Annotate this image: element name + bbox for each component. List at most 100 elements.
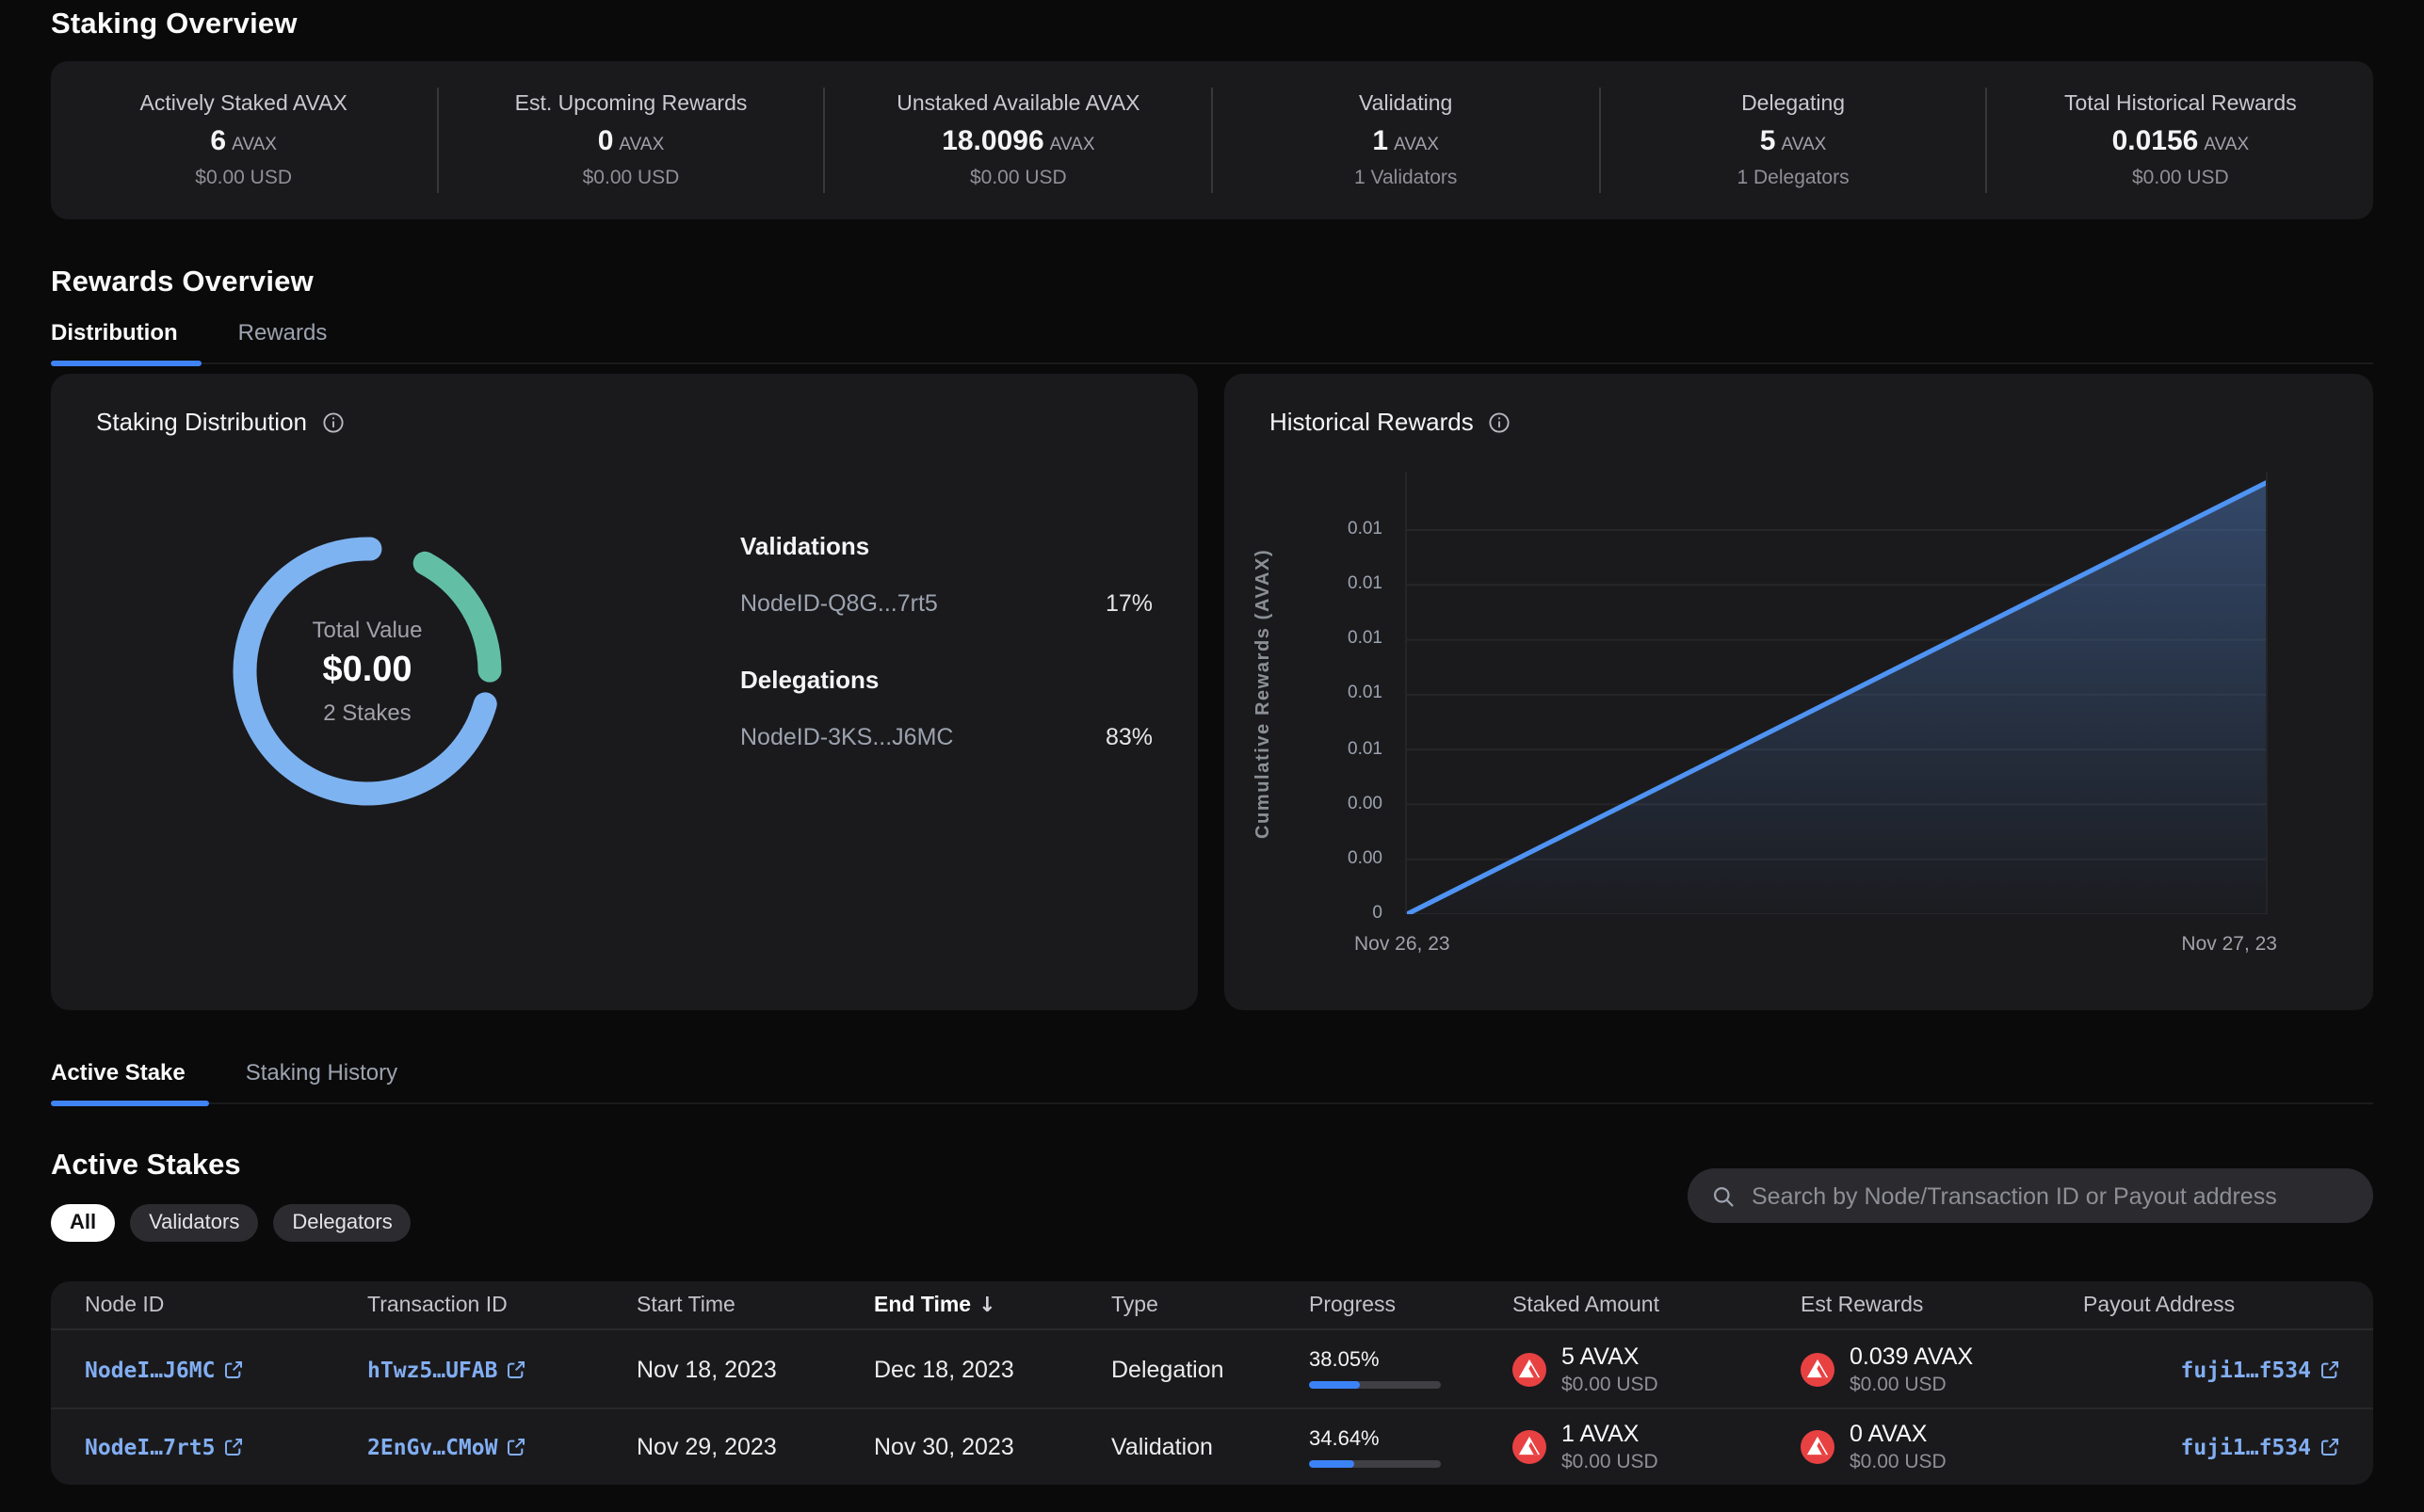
col-progress[interactable]: Progress: [1309, 1294, 1512, 1316]
delegation-row: NodeID-3KS...J6MC 83%: [740, 724, 1153, 750]
stat-delegating: Delegating 5AVAX 1 Delegators: [1600, 61, 1985, 219]
y-tick: 0.01: [1348, 684, 1382, 704]
col-est-rewards[interactable]: Est Rewards: [1801, 1294, 2083, 1316]
stakes-search[interactable]: [1688, 1168, 2373, 1223]
staked-usd: $0.00 USD: [1561, 1373, 1658, 1395]
info-icon[interactable]: [1489, 410, 1511, 433]
staking-dashboard: Staking Overview Actively Staked AVAX 6A…: [0, 8, 2424, 1512]
filter-validators[interactable]: Validators: [130, 1204, 258, 1242]
table-row: NodeI…J6MC hTwz5…UFAB Nov 18, 2023 Dec 1…: [51, 1330, 2373, 1407]
stat-value: 1AVAX: [1372, 124, 1439, 156]
stat-value: 18.0096AVAX: [942, 124, 1094, 156]
type-cell: Delegation: [1111, 1356, 1309, 1382]
rewards-avax: 0 AVAX: [1850, 1421, 1947, 1447]
col-node-id[interactable]: Node ID: [85, 1294, 367, 1316]
end-time-cell: Dec 18, 2023: [874, 1356, 1111, 1382]
payout-address-link[interactable]: fuji1…f534: [2181, 1356, 2340, 1382]
col-staked-amount[interactable]: Staked Amount: [1512, 1294, 1801, 1316]
stat-validating: Validating 1AVAX 1 Validators: [1213, 61, 1598, 219]
progress-cell: 34.64%: [1309, 1427, 1512, 1467]
tab-rewards[interactable]: Rewards: [214, 319, 352, 362]
donut-center: Total Value $0.00 2 Stakes: [217, 521, 518, 822]
historical-rewards-card: Historical Rewards Cumulative Rewards (A…: [1224, 374, 2373, 1010]
avax-coin-icon: [1801, 1352, 1834, 1386]
y-tick: 0.01: [1348, 738, 1382, 759]
validation-node-id: NodeID-Q8G...7rt5: [740, 590, 938, 617]
avax-coin-icon: [1512, 1430, 1546, 1464]
filter-delegators[interactable]: Delegators: [273, 1204, 411, 1242]
col-type[interactable]: Type: [1111, 1294, 1309, 1316]
distribution-list: Validations NodeID-Q8G...7rt5 17% Delega…: [740, 532, 1153, 750]
table-row: NodeI…7rt5 2EnGv…CMoW Nov 29, 2023 Nov 3…: [51, 1407, 2373, 1485]
stat-label: Validating: [1359, 92, 1452, 115]
stat-sub: $0.00 USD: [2132, 166, 2229, 188]
stat-unstaked-available: Unstaked Available AVAX 18.0096AVAX $0.0…: [826, 61, 1211, 219]
stat-label: Est. Upcoming Rewards: [515, 92, 748, 115]
tab-distribution[interactable]: Distribution: [51, 319, 202, 362]
y-tick: 0.01: [1348, 519, 1382, 539]
search-icon: [1712, 1184, 1735, 1207]
transaction-id-link[interactable]: 2EnGv…CMoW: [367, 1434, 526, 1460]
staking-overview-stats-card: Actively Staked AVAX 6AVAX $0.00 USD Est…: [51, 61, 2373, 219]
active-stakes-table: Node ID Transaction ID Start Time End Ti…: [51, 1281, 2373, 1485]
progress-bar: [1309, 1381, 1441, 1389]
col-start-time[interactable]: Start Time: [637, 1294, 874, 1316]
validation-percent: 17%: [1106, 590, 1153, 617]
staked-usd: $0.00 USD: [1561, 1451, 1658, 1473]
staking-overview-title: Staking Overview: [51, 8, 2373, 42]
y-axis-label: Cumulative Rewards (AVAX): [1251, 472, 1277, 914]
col-transaction-id[interactable]: Transaction ID: [367, 1294, 637, 1316]
staked-avax: 1 AVAX: [1561, 1421, 1658, 1447]
x-axis-labels: Nov 26, 23 Nov 27, 23: [1405, 933, 2268, 956]
node-id-link[interactable]: NodeI…7rt5: [85, 1434, 244, 1460]
staking-distribution-card: Staking Distribution Total Value $0.00 2…: [51, 374, 1198, 1010]
transaction-id-link[interactable]: hTwz5…UFAB: [367, 1356, 526, 1382]
tab-active-stake[interactable]: Active Stake: [51, 1059, 210, 1102]
search-input[interactable]: [1752, 1182, 2349, 1209]
validations-heading: Validations: [740, 532, 1153, 560]
filter-all[interactable]: All: [51, 1204, 115, 1242]
stat-value: 0AVAX: [598, 124, 665, 156]
stat-upcoming-rewards: Est. Upcoming Rewards 0AVAX $0.00 USD: [438, 61, 823, 219]
staked-amount-cell: 5 AVAX$0.00 USD: [1512, 1343, 1801, 1395]
rewards-overview-tabs: Distribution Rewards: [51, 319, 2373, 364]
table-header-row: Node ID Transaction ID Start Time End Ti…: [51, 1281, 2373, 1330]
tab-staking-history[interactable]: Staking History: [221, 1059, 422, 1102]
payout-address-link[interactable]: fuji1…f534: [2181, 1434, 2340, 1460]
staking-distribution-donut: Total Value $0.00 2 Stakes: [217, 521, 518, 822]
start-time-cell: Nov 29, 2023: [637, 1434, 874, 1460]
node-id-link[interactable]: NodeI…J6MC: [85, 1356, 244, 1382]
delegation-node-id: NodeID-3KS...J6MC: [740, 724, 953, 750]
col-payout-address[interactable]: Payout Address: [2083, 1294, 2339, 1316]
stat-total-historical-rewards: Total Historical Rewards 0.0156AVAX $0.0…: [1988, 61, 2373, 219]
staked-amount-cell: 1 AVAX $0.00 USD: [1512, 1421, 1801, 1473]
stat-value: 5AVAX: [1760, 124, 1827, 156]
historical-rewards-chart: [1405, 472, 2268, 914]
y-tick: 0.01: [1348, 629, 1382, 650]
y-tick: 0.00: [1348, 793, 1382, 813]
end-time-cell: Nov 30, 2023: [874, 1434, 1111, 1460]
col-end-time[interactable]: End Time↓: [874, 1293, 1111, 1317]
progress-cell: 38.05%: [1309, 1349, 1512, 1389]
y-tick: 0.00: [1348, 848, 1382, 869]
external-link-icon: [508, 1359, 526, 1378]
stat-label: Actively Staked AVAX: [140, 92, 347, 115]
donut-center-value: $0.00: [322, 651, 412, 692]
y-tick: 0: [1372, 903, 1382, 924]
rewards-overview-title: Rewards Overview: [51, 266, 2373, 300]
active-stakes-header: Active Stakes All Validators Delegators: [51, 1150, 2373, 1242]
avax-coin-icon: [1801, 1430, 1834, 1464]
info-icon[interactable]: [322, 410, 345, 433]
y-axis-ticks: 00.000.000.010.010.010.010.01: [1292, 472, 1382, 914]
x-tick-start: Nov 26, 23: [1354, 933, 1450, 956]
historical-rewards-title-row: Historical Rewards: [1269, 408, 1511, 436]
donut-center-sub: 2 Stakes: [323, 700, 411, 726]
staking-distribution-title-row: Staking Distribution: [96, 408, 345, 436]
stat-sub: $0.00 USD: [970, 166, 1067, 188]
line-chart: [1407, 472, 2266, 914]
rewards-cards-row: Staking Distribution Total Value $0.00 2…: [51, 374, 2373, 1010]
progress-bar: [1309, 1459, 1441, 1467]
progress-percent: 38.05%: [1309, 1349, 1512, 1372]
delegations-heading: Delegations: [740, 666, 1153, 694]
staking-distribution-title: Staking Distribution: [96, 408, 307, 436]
